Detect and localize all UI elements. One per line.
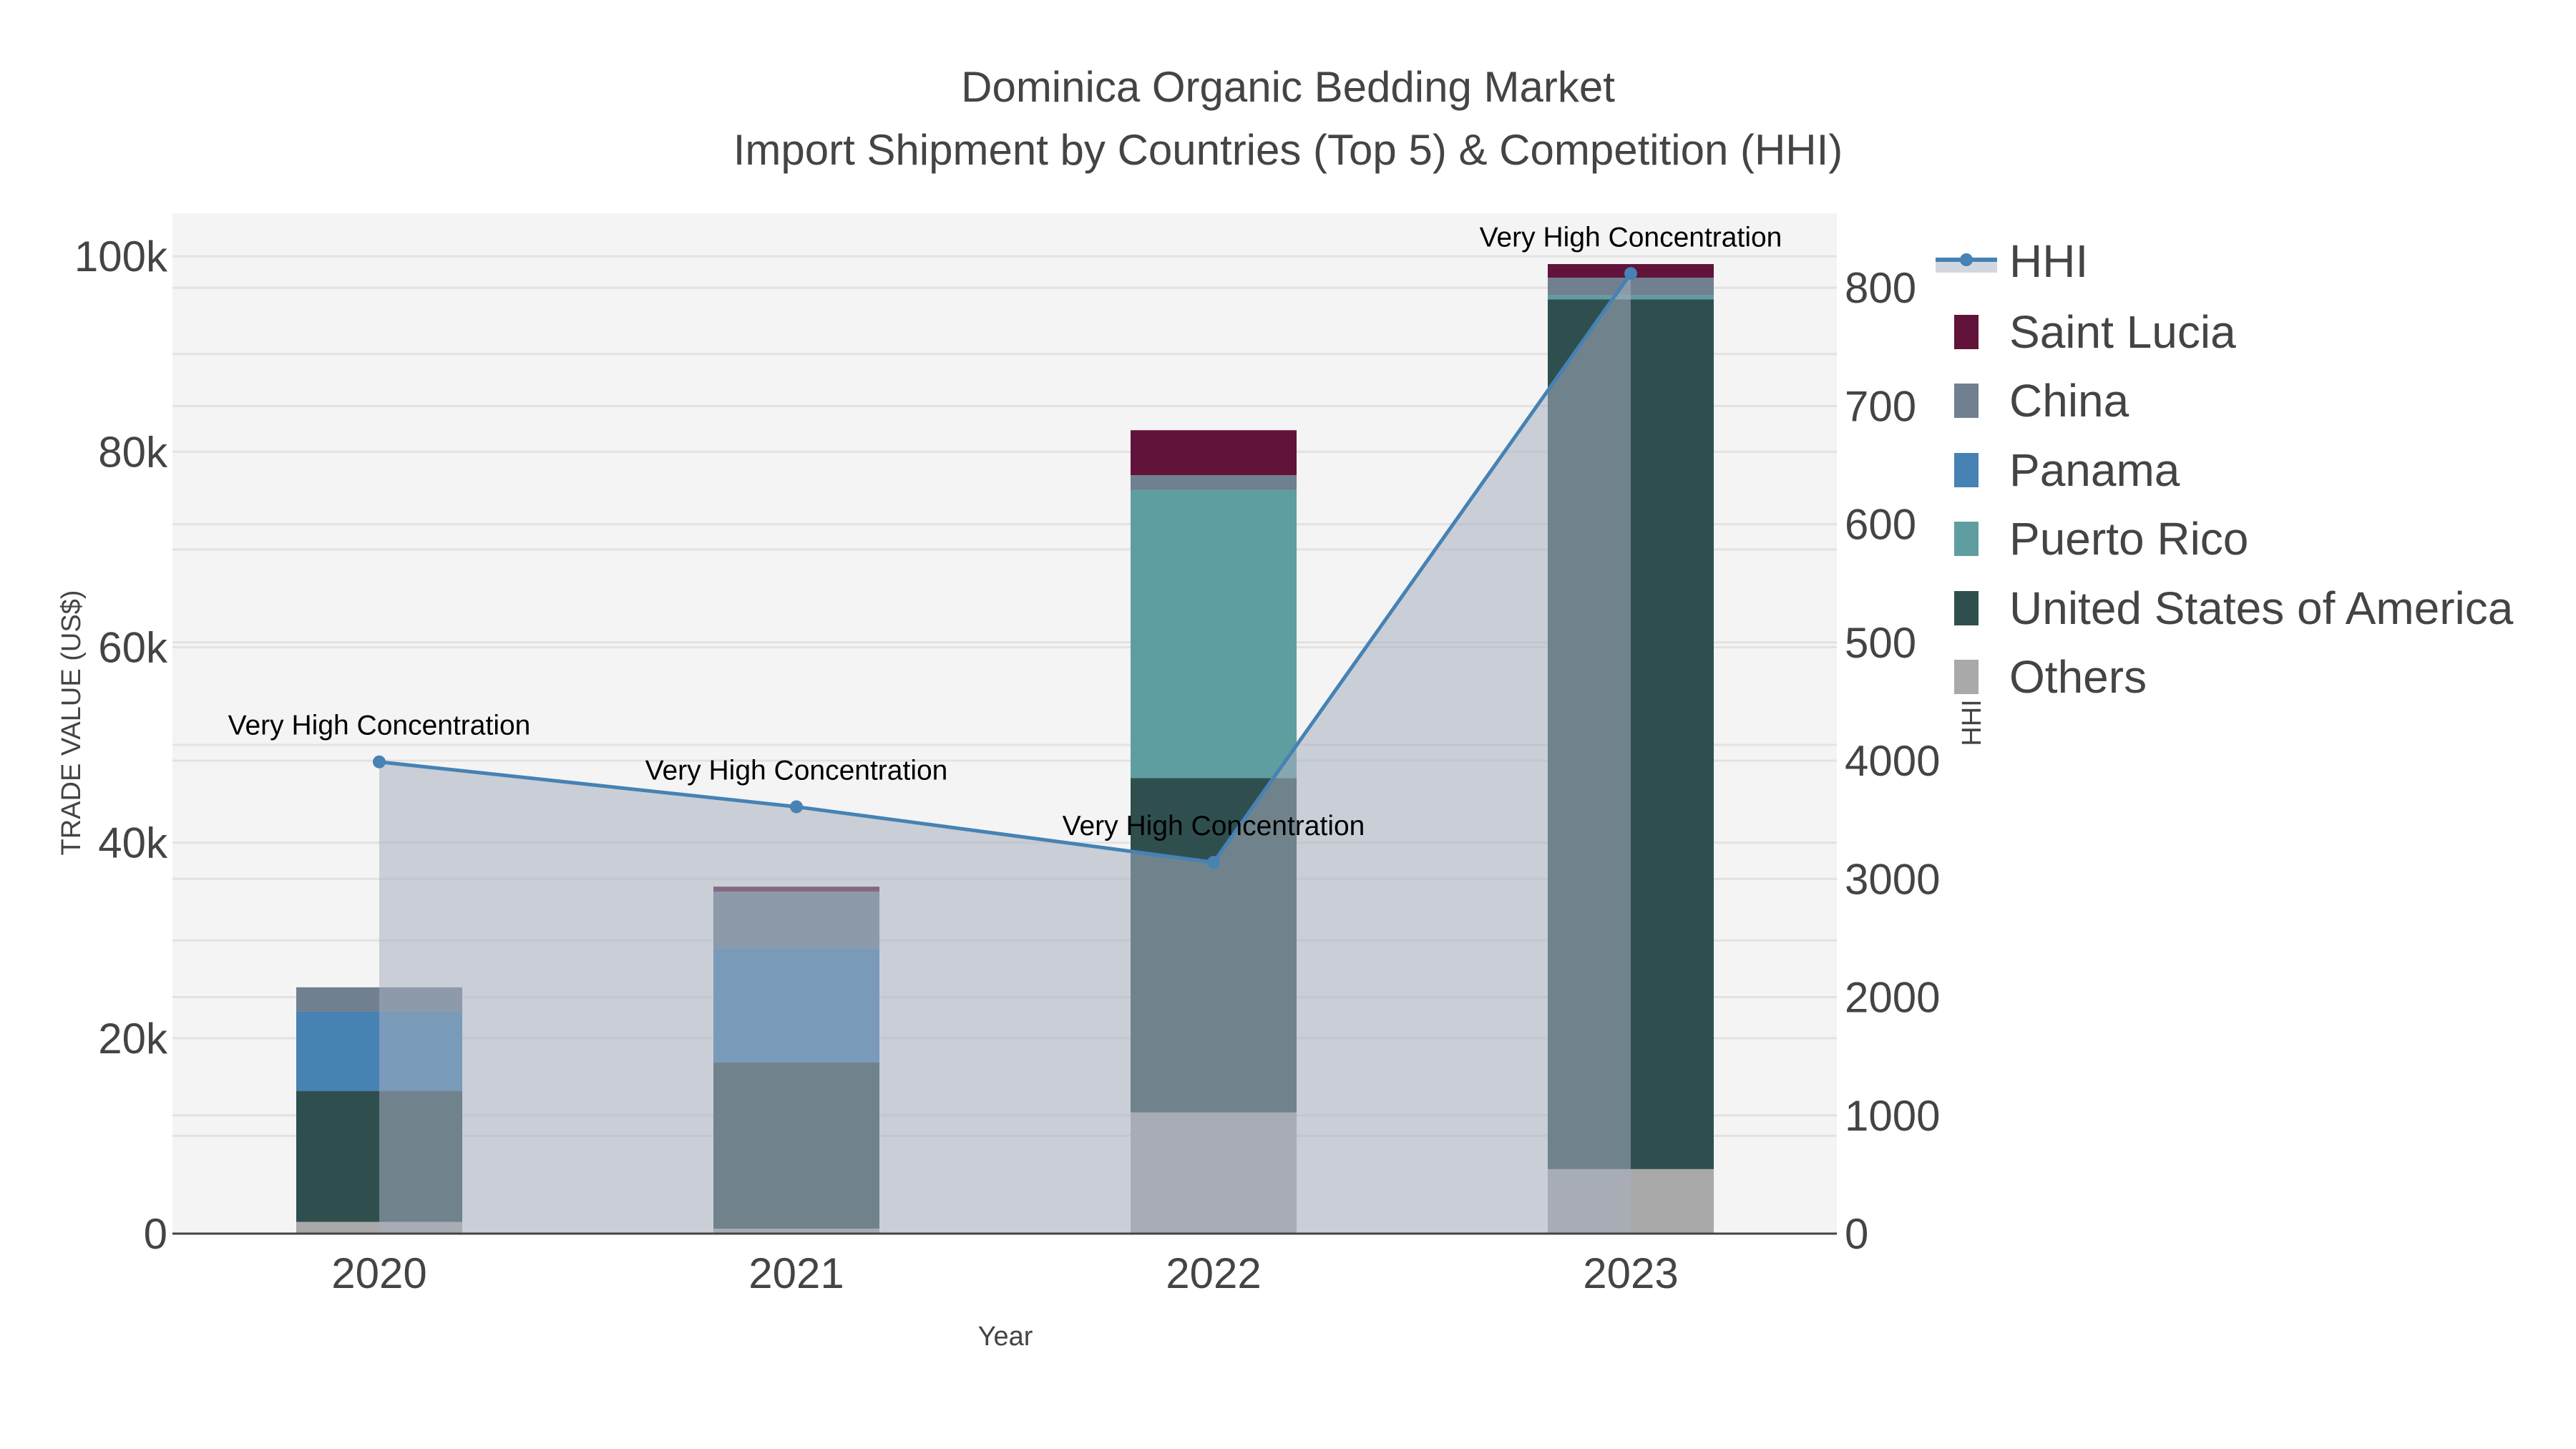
legend-item: Puerto Rico: [1954, 513, 2248, 565]
chart: Very High Concentration Very High Concent…: [57, 63, 2514, 1352]
y-tick-label: 0: [144, 1210, 167, 1258]
legend-swatch: [1954, 591, 1979, 625]
hhi-point: [1624, 267, 1637, 280]
legend-label: China: [2009, 375, 2129, 426]
y2-axis-title: HHI: [1957, 699, 1987, 746]
x-tick-label: 2023: [1583, 1249, 1678, 1297]
x-tick-label: 2020: [331, 1249, 426, 1297]
legend-label: United States of America: [2009, 582, 2514, 634]
legend-item: HHI: [1936, 235, 2088, 287]
legend-marker: [1960, 253, 1973, 266]
legend-label: Saint Lucia: [2009, 306, 2236, 358]
legend-swatch: [1954, 522, 1979, 556]
legend-item: Saint Lucia: [1954, 306, 2236, 358]
y2-tick-label: 4000: [1845, 737, 1940, 785]
hhi-point: [373, 755, 386, 769]
y2-tick-label: 600: [1845, 501, 1916, 549]
hhi-annotation: Very High Concentration: [645, 755, 948, 786]
y2-tick-label: 800: [1845, 264, 1916, 312]
legend-label: HHI: [2009, 235, 2088, 287]
y-tick-label: 20k: [98, 1015, 168, 1063]
bar-puerto-rico: [1131, 489, 1297, 779]
y2-tick-label: 700: [1845, 382, 1916, 430]
hhi-point: [1207, 856, 1220, 869]
x-tick-label: 2021: [748, 1249, 844, 1297]
y-axis-title: TRADE VALUE (US$): [57, 590, 87, 856]
chart-subtitle: Import Shipment by Countries (Top 5) & C…: [733, 126, 1843, 174]
y-tick-label: 80k: [98, 428, 168, 476]
legend-swatch: [1954, 660, 1979, 694]
y-tick-label: 60k: [98, 623, 168, 671]
legend-item: United States of America: [1954, 582, 2514, 634]
y2-tick-label: 3000: [1845, 855, 1940, 903]
hhi-annotation: Very High Concentration: [1063, 811, 1365, 841]
legend-swatch: [1954, 453, 1979, 487]
legend-label: Puerto Rico: [2009, 513, 2248, 565]
legend-item: China: [1954, 375, 2129, 426]
bar-china: [1131, 475, 1297, 490]
legend-swatch: [1954, 384, 1979, 418]
x-tick-label: 2022: [1166, 1249, 1261, 1297]
y-tick-label: 100k: [74, 233, 168, 280]
y2-tick-label: 1000: [1845, 1092, 1940, 1140]
y-tick-label: 40k: [98, 819, 168, 867]
hhi-annotation: Very High Concentration: [228, 711, 531, 741]
hhi-annotation: Very High Concentration: [1480, 222, 1782, 253]
legend-label: Others: [2009, 651, 2147, 703]
legend: HHI Saint Lucia China Panama Puerto Rico Unit…: [1936, 235, 2514, 703]
legend-label: Panama: [2009, 444, 2180, 496]
y2-tick-label: 2000: [1845, 974, 1940, 1022]
y2-tick-label: 0: [1845, 1210, 1868, 1258]
legend-item: Others: [1954, 651, 2147, 703]
bar-saint-lucia: [1131, 430, 1297, 476]
chart-title: Dominica Organic Bedding Market: [961, 63, 1615, 111]
hhi-point: [790, 800, 803, 814]
legend-item: Panama: [1954, 444, 2180, 496]
legend-swatch: [1954, 315, 1979, 349]
x-axis-title: Year: [978, 1322, 1033, 1352]
y2-tick-label: 500: [1845, 619, 1916, 667]
